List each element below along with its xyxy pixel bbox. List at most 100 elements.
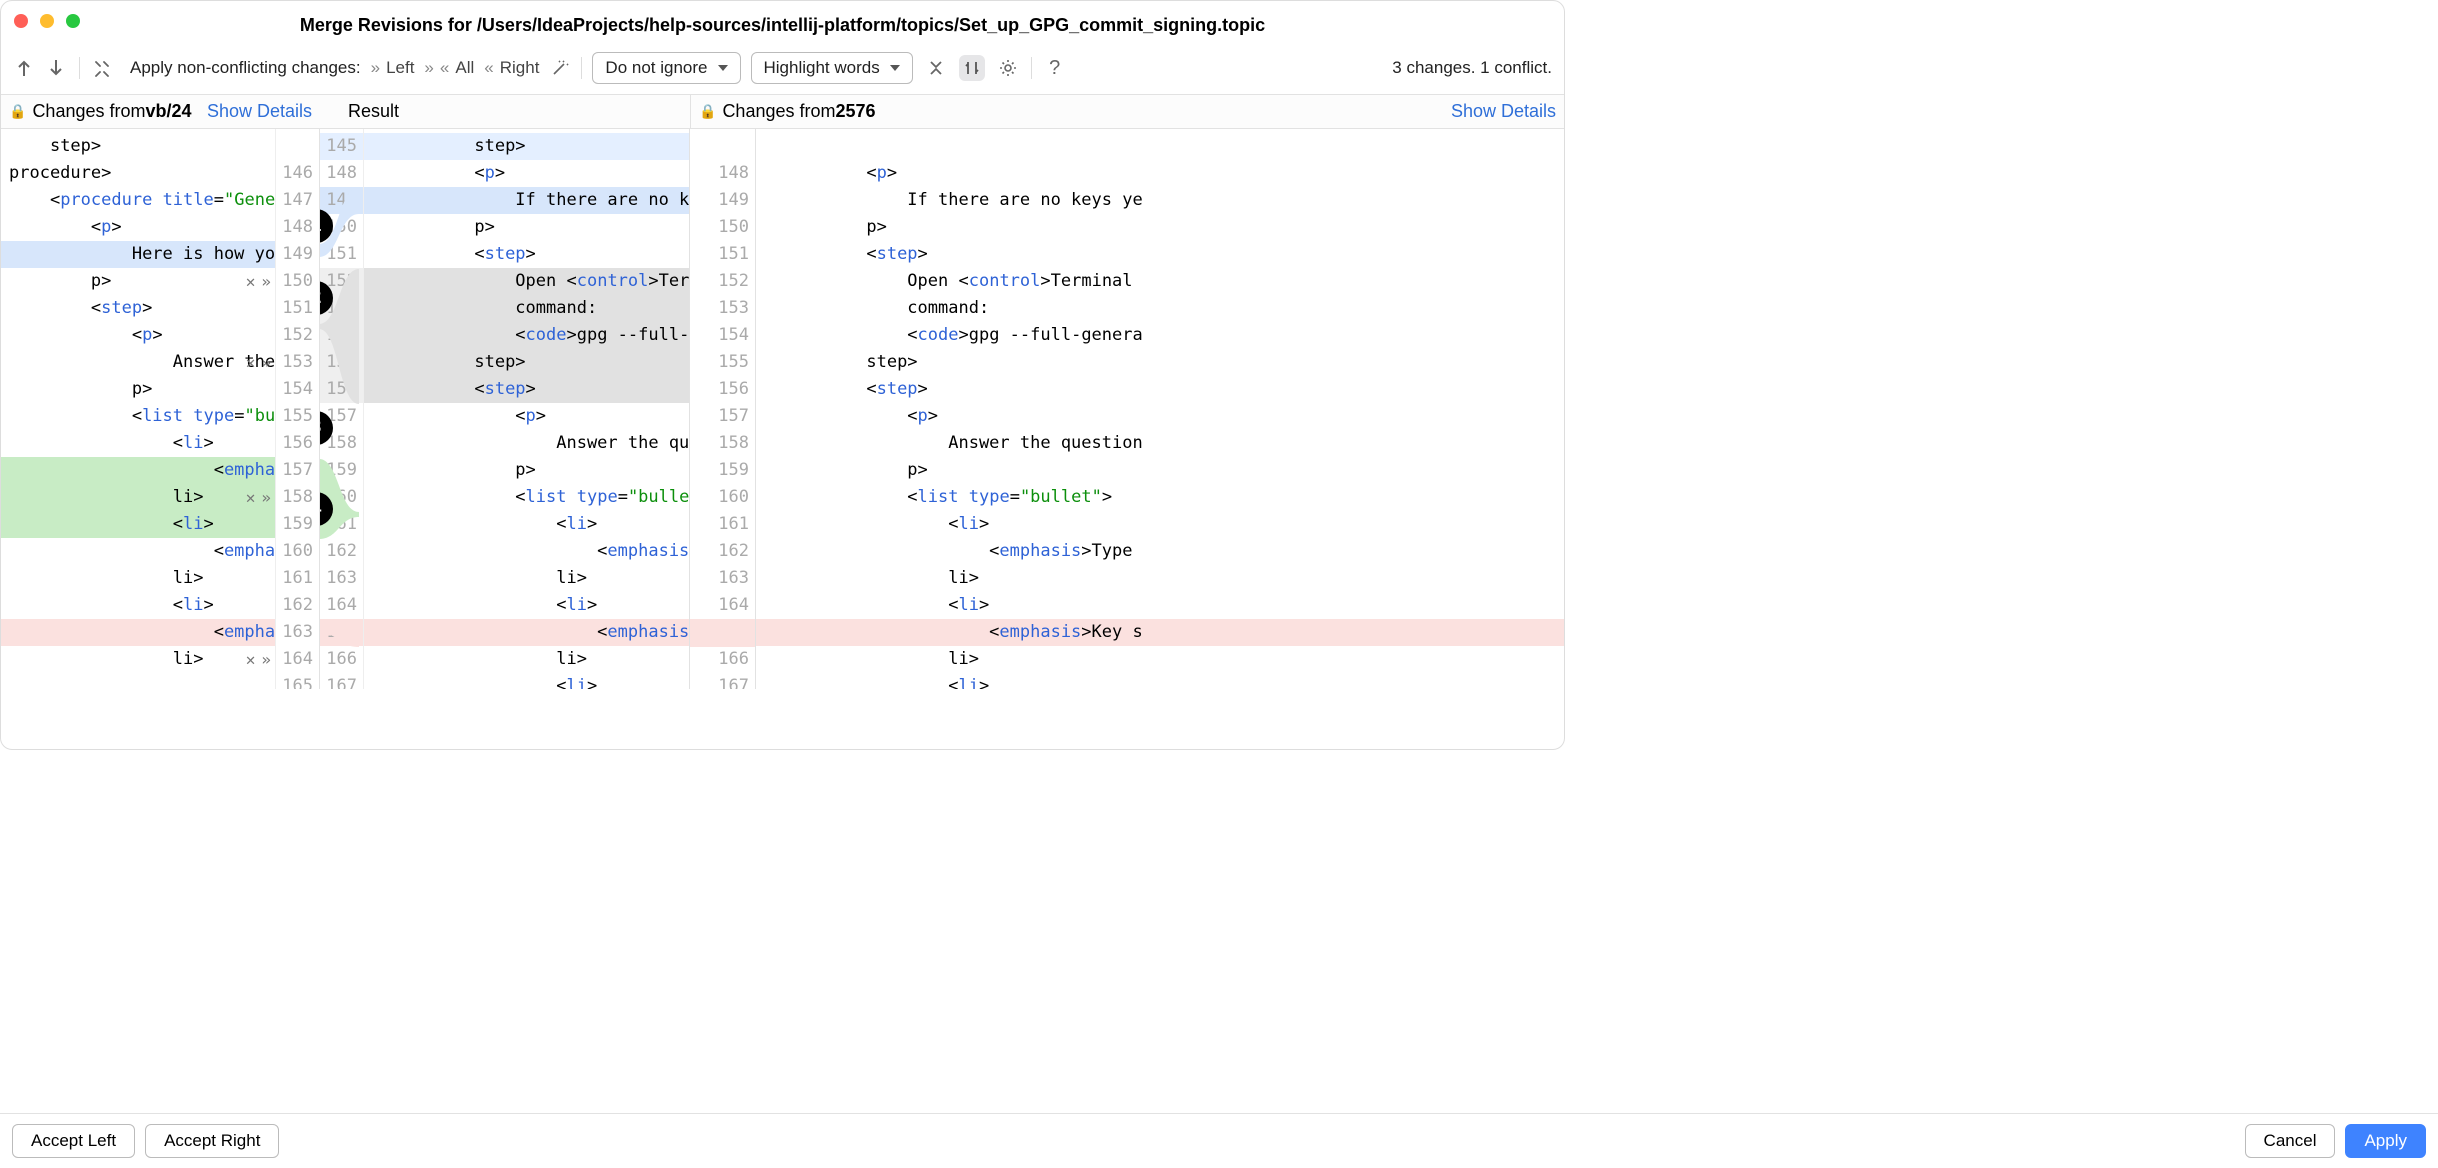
code-line: step> (1, 133, 275, 160)
gear-icon[interactable] (995, 55, 1021, 81)
next-diff-icon[interactable] (45, 57, 67, 79)
code-line: <emphasis>Type (756, 538, 1564, 565)
code-line: <procedure title="Generate GP (1, 187, 275, 214)
reject-icon[interactable]: ✕ (739, 619, 749, 646)
code-line (756, 133, 1564, 160)
ignore-dropdown-label: Do not ignore (605, 58, 707, 78)
code-line: <list type="bullet"> (756, 484, 1564, 511)
code-line: p> (756, 457, 1564, 484)
code-line: p> (364, 214, 689, 241)
code-line: <step> (364, 241, 689, 268)
code-line: p> (1, 376, 275, 403)
apply-right-label: Right (500, 58, 540, 78)
apply-chevron-icon[interactable]: » (261, 349, 271, 376)
reject-icon[interactable]: ✕ (246, 268, 256, 295)
left-code[interactable]: step>procedure> <procedure title="Genera… (1, 129, 275, 689)
prev-diff-icon[interactable] (13, 57, 35, 79)
code-line: <p> (1, 214, 275, 241)
accept-left-button[interactable]: Accept Left (12, 1124, 135, 1158)
code-line: <emphasis>Type of t (364, 538, 689, 565)
left-header: 🔒 Changes from vb/24 Show Details (1, 95, 320, 128)
code-line: p> (364, 457, 689, 484)
code-line: <emphasis>Nam✕» (1, 457, 275, 484)
code-line: <li> (1, 430, 275, 457)
traffic-lights (14, 14, 80, 28)
help-icon[interactable]: ? (1042, 55, 1068, 81)
code-line: p> (756, 214, 1564, 241)
code-line: Answer the question (756, 430, 1564, 457)
apply-right-button[interactable]: Right (484, 58, 539, 78)
diff-ops[interactable]: ✕» (246, 268, 271, 295)
code-line: li> (1, 565, 275, 592)
code-line: If there are no keys ye (756, 187, 1564, 214)
footer-bar: Accept Left Accept Right Cancel Apply (0, 1113, 2438, 1168)
code-line: <li> (364, 673, 689, 689)
lock-icon: 🔒 (699, 103, 716, 120)
magic-wand-icon[interactable] (549, 57, 571, 79)
right-header-rev: 2576 (836, 101, 876, 122)
toolbar: Apply non-conflicting changes: Left All … (1, 48, 1564, 94)
code-line: <step> (756, 376, 1564, 403)
middle-pane: 1451481491501511521531541551561571581591… (320, 129, 690, 689)
left-gutter: 1461471481491501511521531541551561571581… (275, 129, 319, 689)
accept-right-button[interactable]: Accept Right (145, 1124, 279, 1158)
sync-scroll-icon[interactable] (92, 57, 114, 79)
show-details-right[interactable]: Show Details (1451, 101, 1556, 122)
code-line: <li> (1, 592, 275, 619)
code-line: <p> (364, 160, 689, 187)
code-line: <p> (756, 160, 1564, 187)
code-line: <list type="bullet"> (364, 484, 689, 511)
code-line: <emphasis>Key s (756, 619, 1564, 646)
diff-ops[interactable]: ✕» (246, 646, 271, 673)
code-line: <code>gpg --full-generate-k (364, 322, 689, 349)
reject-icon[interactable]: ✕ (246, 349, 256, 376)
apply-left-button[interactable]: Left (371, 58, 415, 78)
code-line: Here is how you can d✕» (1, 241, 275, 268)
lock-icon: 🔒 (9, 103, 26, 120)
reject-icon[interactable]: ✕ (246, 646, 256, 673)
code-line: <li> (364, 592, 689, 619)
apply-all-button[interactable]: All (424, 58, 474, 78)
code-line: procedure> (1, 160, 275, 187)
code-line: <li> (364, 511, 689, 538)
diff-ops[interactable]: ✕» (246, 349, 271, 376)
highlight-dropdown[interactable]: Highlight words (751, 52, 913, 84)
code-line: li> (1, 484, 275, 511)
code-line: <code>gpg --full-genera (756, 322, 1564, 349)
apply-chevron-icon[interactable]: » (261, 268, 271, 295)
minimize-icon[interactable] (40, 14, 54, 28)
middle-code[interactable]: step> <p> If there are no keys yet, y p>… (364, 129, 689, 689)
apply-chevron-icon[interactable]: « (723, 619, 733, 646)
code-line: step> (364, 349, 689, 376)
diff-ops[interactable]: ✕» (246, 484, 271, 511)
code-line: step> (756, 349, 1564, 376)
apply-chevron-icon[interactable]: » (261, 646, 271, 673)
code-line: Answer the questi (1, 349, 275, 376)
code-line: li> (756, 646, 1564, 673)
apply-chevron-icon[interactable]: » (261, 484, 271, 511)
right-pane: <p> If there are no keys ye p> <step> Op… (756, 129, 1564, 689)
right-side-gutter: 1481491501511521531541551561571581591601… (690, 129, 756, 689)
show-details-left[interactable]: Show Details (207, 101, 312, 122)
reject-icon[interactable]: ✕ (246, 484, 256, 511)
status-text: 3 changes. 1 conflict. (1392, 58, 1552, 78)
left-pane: step>procedure> <procedure title="Genera… (1, 129, 320, 689)
collapse-icon[interactable] (923, 55, 949, 81)
code-line: step> (364, 133, 689, 160)
right-code[interactable]: <p> If there are no keys ye p> <step> Op… (756, 129, 1564, 689)
maximize-icon[interactable] (66, 14, 80, 28)
cancel-button[interactable]: Cancel (2245, 1124, 2336, 1158)
code-line: <step> (1, 295, 275, 322)
close-icon[interactable] (14, 14, 28, 28)
code-line: command: (364, 295, 689, 322)
separator (1031, 57, 1032, 79)
code-line: <step> (756, 241, 1564, 268)
separator (79, 57, 80, 79)
ignore-dropdown[interactable]: Do not ignore (592, 52, 740, 84)
code-line: command: (756, 295, 1564, 322)
middle-right-gutter-pane: 1481491501511521531541551561571581591601… (690, 129, 756, 689)
code-line (1, 673, 275, 689)
apply-button[interactable]: Apply (2345, 1124, 2426, 1158)
code-line: Answer the questions th (364, 430, 689, 457)
sync-icon[interactable] (959, 55, 985, 81)
